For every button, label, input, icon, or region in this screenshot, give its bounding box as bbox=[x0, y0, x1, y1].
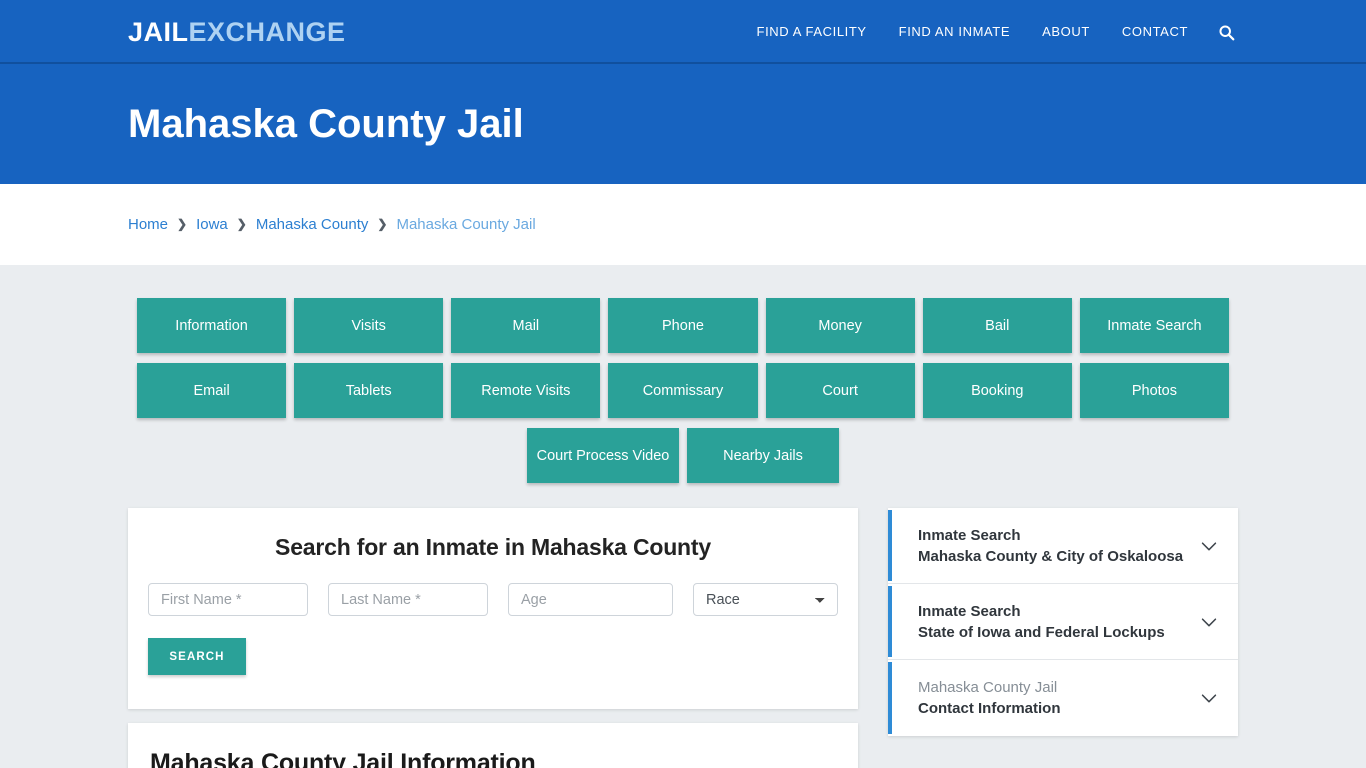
sidebar-item-line1: Inmate Search bbox=[918, 526, 1021, 544]
breadcrumb-item-iowa[interactable]: Iowa bbox=[196, 216, 228, 233]
chevron-right-icon: ❯ bbox=[177, 216, 188, 231]
nav-item-about[interactable]: ABOUT bbox=[1026, 0, 1106, 64]
nav-item-find-a-facility[interactable]: FIND A FACILITY bbox=[741, 0, 883, 64]
search-button[interactable]: SEARCH bbox=[148, 638, 246, 675]
breadcrumb-item-home[interactable]: Home bbox=[128, 216, 168, 233]
facility-button-mail[interactable]: Mail bbox=[451, 298, 601, 353]
sidebar-accordion: Inmate Search Mahaska County & City of O… bbox=[888, 508, 1238, 736]
sidebar-item-contact-information[interactable]: Mahaska County Jail Contact Information bbox=[888, 660, 1238, 736]
facility-button-court[interactable]: Court bbox=[765, 363, 915, 418]
facility-button-row: Court Process Video Nearby Jails bbox=[133, 423, 1233, 488]
chevron-right-icon: ❯ bbox=[377, 216, 388, 231]
facility-button-commissary[interactable]: Commissary bbox=[608, 363, 758, 418]
last-name-input[interactable] bbox=[328, 583, 488, 616]
breadcrumb: Home ❯ Iowa ❯ Mahaska County ❯ Mahaska C… bbox=[128, 216, 536, 233]
inmate-search-form: Race bbox=[148, 583, 838, 616]
sidebar-item-inmate-search-state[interactable]: Inmate Search State of Iowa and Federal … bbox=[888, 584, 1238, 660]
hero-banner: Mahaska County Jail bbox=[0, 64, 1366, 184]
breadcrumb-item-current[interactable]: Mahaska County Jail bbox=[396, 216, 535, 233]
sidebar-item-line1: Mahaska County Jail bbox=[918, 679, 1058, 696]
facility-button-inmate-search[interactable]: Inmate Search bbox=[1079, 298, 1229, 353]
facility-button-nearby-jails[interactable]: Nearby Jails bbox=[687, 428, 839, 483]
facility-button-row: Information Visits Mail Phone Money Bail… bbox=[133, 293, 1233, 358]
sidebar-item-inmate-search-county[interactable]: Inmate Search Mahaska County & City of O… bbox=[888, 508, 1238, 584]
logo-text-primary: JAIL bbox=[128, 17, 189, 47]
facility-button-remote-visits[interactable]: Remote Visits bbox=[451, 363, 601, 418]
facility-button-information[interactable]: Information bbox=[137, 298, 287, 353]
jail-information-card: Mahaska County Jail Information bbox=[128, 723, 858, 768]
site-logo[interactable]: JAILEXCHANGE bbox=[128, 17, 346, 47]
sidebar-item-line2: State of Iowa and Federal Lockups bbox=[918, 623, 1165, 641]
first-name-input[interactable] bbox=[148, 583, 308, 616]
chevron-down-icon[interactable] bbox=[1198, 687, 1220, 709]
page-title: Mahaska County Jail bbox=[128, 102, 524, 146]
breadcrumb-item-mahaska-county[interactable]: Mahaska County bbox=[256, 216, 369, 233]
facility-button-visits[interactable]: Visits bbox=[294, 298, 444, 353]
site-header: JAILEXCHANGE FIND A FACILITY FIND AN INM… bbox=[0, 0, 1366, 64]
inmate-search-title: Search for an Inmate in Mahaska County bbox=[275, 534, 711, 560]
sidebar-item-text: Inmate Search Mahaska County & City of O… bbox=[918, 525, 1183, 567]
content-columns: Search for an Inmate in Mahaska County R… bbox=[128, 508, 1238, 768]
facility-button-money[interactable]: Money bbox=[765, 298, 915, 353]
nav-item-find-an-inmate[interactable]: FIND AN INMATE bbox=[883, 0, 1026, 64]
page-body: Information Visits Mail Phone Money Bail… bbox=[0, 265, 1366, 768]
age-input[interactable] bbox=[508, 583, 673, 616]
facility-button-court-process-video[interactable]: Court Process Video bbox=[527, 428, 679, 483]
breadcrumb-bar: Home ❯ Iowa ❯ Mahaska County ❯ Mahaska C… bbox=[0, 184, 1366, 265]
facility-button-tablets[interactable]: Tablets bbox=[294, 363, 444, 418]
facility-button-booking[interactable]: Booking bbox=[922, 363, 1072, 418]
facility-button-phone[interactable]: Phone bbox=[608, 298, 758, 353]
inmate-search-card: Search for an Inmate in Mahaska County R… bbox=[128, 508, 858, 709]
race-select[interactable]: Race bbox=[693, 583, 838, 616]
sidebar-item-line2: Contact Information bbox=[918, 700, 1061, 717]
right-column: Inmate Search Mahaska County & City of O… bbox=[888, 508, 1238, 736]
nav-item-contact[interactable]: CONTACT bbox=[1106, 0, 1204, 64]
search-icon[interactable] bbox=[1204, 0, 1238, 64]
sidebar-item-line2: Mahaska County & City of Oskaloosa bbox=[918, 547, 1184, 565]
left-column: Search for an Inmate in Mahaska County R… bbox=[128, 508, 858, 768]
facility-button-row: Email Tablets Remote Visits Commissary C… bbox=[133, 358, 1233, 423]
chevron-down-icon[interactable] bbox=[1198, 535, 1220, 557]
chevron-right-icon: ❯ bbox=[236, 216, 247, 231]
facility-button-email[interactable]: Email bbox=[137, 363, 287, 418]
jail-information-title: Mahaska County Jail Information bbox=[150, 749, 536, 768]
main-navigation: FIND A FACILITY FIND AN INMATE ABOUT CON… bbox=[741, 0, 1238, 64]
facility-button-photos[interactable]: Photos bbox=[1079, 363, 1229, 418]
logo-text-secondary: EXCHANGE bbox=[188, 17, 346, 47]
chevron-down-icon[interactable] bbox=[1198, 611, 1220, 633]
sidebar-item-text: Inmate Search State of Iowa and Federal … bbox=[918, 601, 1165, 643]
facility-button-bail[interactable]: Bail bbox=[922, 298, 1072, 353]
sidebar-item-line1: Inmate Search bbox=[918, 602, 1021, 620]
sidebar-item-text: Mahaska County Jail Contact Information bbox=[918, 677, 1061, 719]
facility-section-buttons: Information Visits Mail Phone Money Bail… bbox=[133, 293, 1233, 488]
